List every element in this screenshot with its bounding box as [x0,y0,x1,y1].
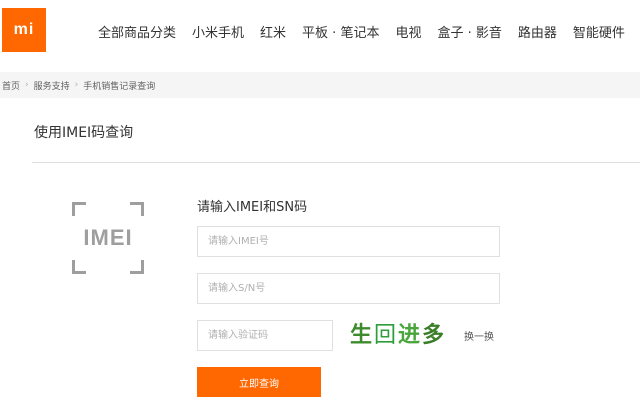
nav-item-smart-hardware[interactable]: 智能硬件 [573,22,625,41]
nav-item-xiaomi-phones[interactable]: 小米手机 [192,22,244,41]
nav-item-redmi[interactable]: 红米 [260,22,286,41]
nav-item-tv[interactable]: 电视 [395,22,421,41]
nav-item-tablets-laptops[interactable]: 平板 · 笔记本 [302,22,379,41]
imei-scan-icon: IMEI [72,202,144,274]
mi-logo[interactable]: mi [2,8,46,52]
page-title: 使用IMEI码查询 [34,125,134,141]
nav-item-all-categories[interactable]: 全部商品分类 [98,22,176,41]
title-divider [32,162,640,163]
breadcrumb-home[interactable]: 首页 [2,79,20,92]
captcha-char: 多 [422,322,447,347]
refresh-captcha-link[interactable]: 换一换 [464,328,494,343]
breadcrumb-service-support[interactable]: 服务支持 [34,79,70,92]
breadcrumb: 首页 › 服务支持 › 手机销售记录查询 [0,72,640,98]
captcha-image: 生回进多 [350,320,450,350]
top-navigation-bar: mi 全部商品分类 小米手机 红米 平板 · 笔记本 电视 盒子 · 影音 路由… [0,0,640,64]
captcha-char: 进 [398,322,423,347]
captcha-char: 回 [374,322,399,347]
nav-item-box-media[interactable]: 盒子 · 影音 [437,22,501,41]
breadcrumb-separator-icon: › [25,80,29,90]
captcha-input[interactable] [197,320,333,351]
breadcrumb-separator-icon: › [74,80,79,90]
main-nav: 全部商品分类 小米手机 红米 平板 · 笔记本 电视 盒子 · 影音 路由器 智… [98,22,640,41]
query-submit-button[interactable]: 立即查询 [197,367,321,397]
imei-input[interactable] [197,226,500,257]
breadcrumb-current-page: 手机销售记录查询 [83,81,156,92]
sn-input[interactable] [197,273,500,304]
query-panel: 使用IMEI码查询 IMEI 请输入IMEI和SN码 生回进多 换一换 立即查询 [0,98,640,410]
form-title: 请输入IMEI和SN码 [197,200,308,215]
captcha-char: 生 [350,322,375,347]
nav-item-router[interactable]: 路由器 [518,22,557,41]
imei-icon-label: IMEI [83,225,133,250]
